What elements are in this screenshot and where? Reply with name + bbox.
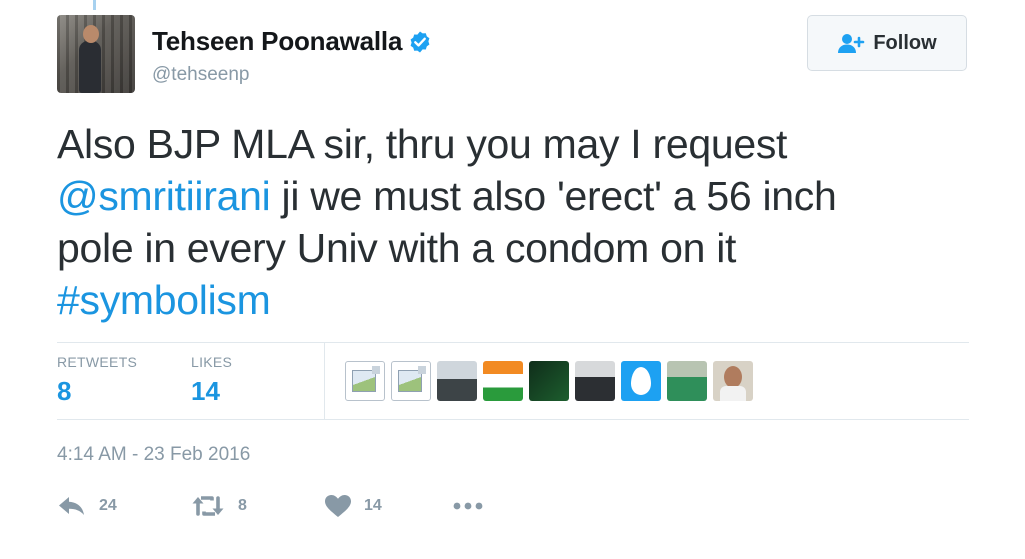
retweet-button[interactable]: 8 <box>190 494 247 518</box>
heart-icon <box>325 495 351 517</box>
retweets-value: 8 <box>57 376 72 406</box>
likes-stat[interactable]: LIKES 14 <box>191 354 232 407</box>
stats-vertical-divider <box>324 343 325 419</box>
liker-avatar-6[interactable] <box>575 361 615 401</box>
follow-button[interactable]: Follow <box>807 15 967 71</box>
retweet-count: 8 <box>238 497 247 514</box>
retweet-icon <box>192 496 224 516</box>
more-dots-icon <box>453 502 483 510</box>
tweet-line-2: @smritiirani ji we must also 'erect' a 5… <box>57 170 957 222</box>
liker-avatar-8[interactable] <box>667 361 707 401</box>
likers-avatar-row <box>345 361 753 401</box>
hashtag-link[interactable]: #symbolism <box>57 277 271 323</box>
liker-avatar-2[interactable] <box>391 361 431 401</box>
like-button[interactable]: 14 <box>324 494 382 518</box>
reply-count: 24 <box>99 497 117 514</box>
retweets-stat[interactable]: RETWEETS 8 <box>57 354 137 407</box>
avatar[interactable] <box>57 15 135 93</box>
avatar-figure <box>79 41 101 93</box>
thread-connector-line <box>93 0 96 10</box>
liker-avatar-9[interactable] <box>713 361 753 401</box>
follow-user-icon <box>838 34 865 53</box>
avatar-head <box>83 25 99 43</box>
author-name-row: Tehseen Poonawalla <box>152 26 432 57</box>
tweet-line-1: Also BJP MLA sir, thru you may I request <box>57 121 788 167</box>
liker-avatar-1[interactable] <box>345 361 385 401</box>
mention-link[interactable]: @smritiirani <box>57 173 271 219</box>
liker-avatar-7[interactable] <box>621 361 661 401</box>
reply-icon <box>59 497 84 515</box>
verified-badge-icon <box>410 31 430 52</box>
liker-avatar-3[interactable] <box>437 361 477 401</box>
more-options-button[interactable] <box>452 494 484 518</box>
liker-avatar-5[interactable] <box>529 361 569 401</box>
like-count: 14 <box>364 497 382 514</box>
author-handle[interactable]: @tehseenp <box>152 64 249 86</box>
reply-button[interactable]: 24 <box>57 494 117 518</box>
author-display-name[interactable]: Tehseen Poonawalla <box>152 26 402 57</box>
likes-value: 14 <box>191 376 220 406</box>
tweet-line-4: #symbolism <box>57 274 957 326</box>
stats-divider-bottom <box>57 419 969 420</box>
liker-avatar-4[interactable] <box>483 361 523 401</box>
follow-button-label: Follow <box>873 31 937 54</box>
tweet-text: Also BJP MLA sir, thru you may I request… <box>57 118 957 326</box>
tweet-timestamp[interactable]: 4:14 AM - 23 Feb 2016 <box>57 444 250 466</box>
tweet-line-3: pole in every Univ with a condom on it <box>57 225 737 271</box>
stats-divider-top <box>57 342 969 343</box>
likes-label: LIKES <box>191 354 233 370</box>
retweets-label: RETWEETS <box>57 354 138 370</box>
tweet-line-2-text: ji we must also 'erect' a 56 inch <box>270 173 837 219</box>
